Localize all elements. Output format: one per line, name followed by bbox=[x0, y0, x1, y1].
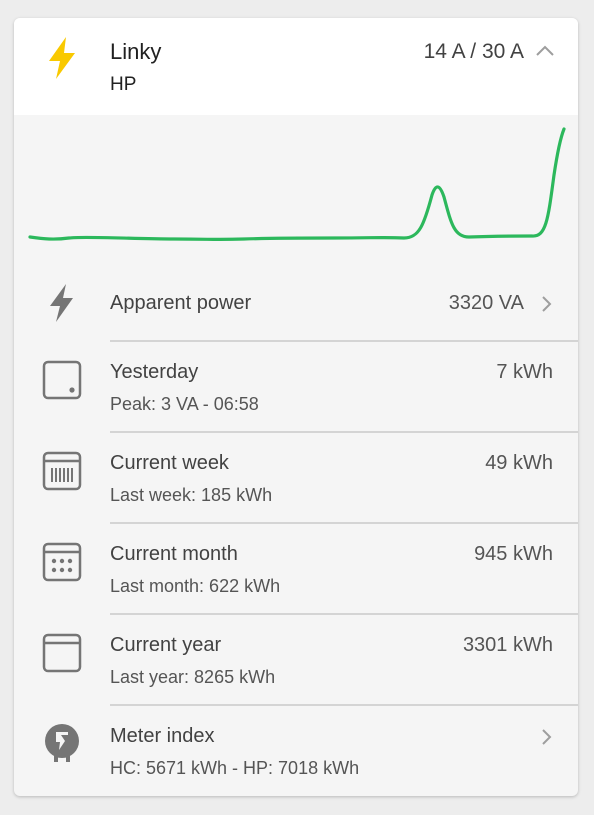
row-value: 49 kWh bbox=[485, 452, 553, 474]
row-value: 3320 VA bbox=[448, 292, 524, 314]
row-label: Meter index bbox=[110, 725, 215, 747]
lightning-bolt-icon bbox=[49, 37, 75, 79]
row-label: Apparent power bbox=[110, 292, 252, 314]
chevron-right-icon[interactable] bbox=[540, 728, 552, 746]
row-value: 3301 kWh bbox=[462, 634, 553, 656]
calendar-week-icon bbox=[42, 451, 82, 491]
row-value: 945 kWh bbox=[474, 543, 553, 565]
current-reading: 14 A / 30 A bbox=[423, 40, 524, 63]
calendar-year-icon bbox=[42, 633, 82, 673]
linky-card: Linky HP 14 A / 30 A Apparent power 3320… bbox=[14, 18, 578, 796]
chevron-up-icon[interactable] bbox=[534, 42, 556, 58]
row-current-month: Current month Last month: 622 kWh 945 kW… bbox=[14, 524, 578, 614]
card-subtitle: HP bbox=[110, 74, 137, 95]
card-title: Linky bbox=[110, 39, 162, 64]
row-label: Current year bbox=[110, 634, 222, 656]
card-header[interactable]: Linky HP 14 A / 30 A bbox=[14, 18, 578, 115]
row-subtitle: Last month: 622 kWh bbox=[110, 576, 281, 596]
row-subtitle: Last year: 8265 kWh bbox=[110, 667, 276, 687]
row-value: 7 kWh bbox=[496, 361, 553, 383]
meter-icon bbox=[45, 724, 79, 762]
power-history-graph bbox=[28, 127, 566, 242]
row-current-year: Current year Last year: 8265 kWh 3301 kW… bbox=[14, 615, 578, 705]
row-meter-index[interactable]: Meter index HC: 5671 kWh - HP: 7018 kWh bbox=[14, 706, 578, 796]
lightning-bolt-icon bbox=[50, 284, 73, 322]
power-history-line bbox=[28, 127, 566, 242]
row-label: Current week bbox=[110, 452, 229, 474]
row-label: Current month bbox=[110, 543, 238, 565]
calendar-month-icon bbox=[42, 542, 82, 582]
row-subtitle: HC: 5671 kWh - HP: 7018 kWh bbox=[110, 758, 360, 778]
row-subtitle: Last week: 185 kWh bbox=[110, 485, 273, 505]
row-yesterday: Yesterday Peak: 3 VA - 06:58 7 kWh bbox=[14, 342, 578, 432]
row-label: Yesterday bbox=[110, 361, 199, 383]
row-subtitle: Peak: 3 VA - 06:58 bbox=[110, 394, 259, 414]
row-current-week: Current week Last week: 185 kWh 49 kWh bbox=[14, 433, 578, 523]
calendar-day-icon bbox=[42, 360, 82, 400]
chevron-right-icon[interactable] bbox=[540, 295, 552, 313]
